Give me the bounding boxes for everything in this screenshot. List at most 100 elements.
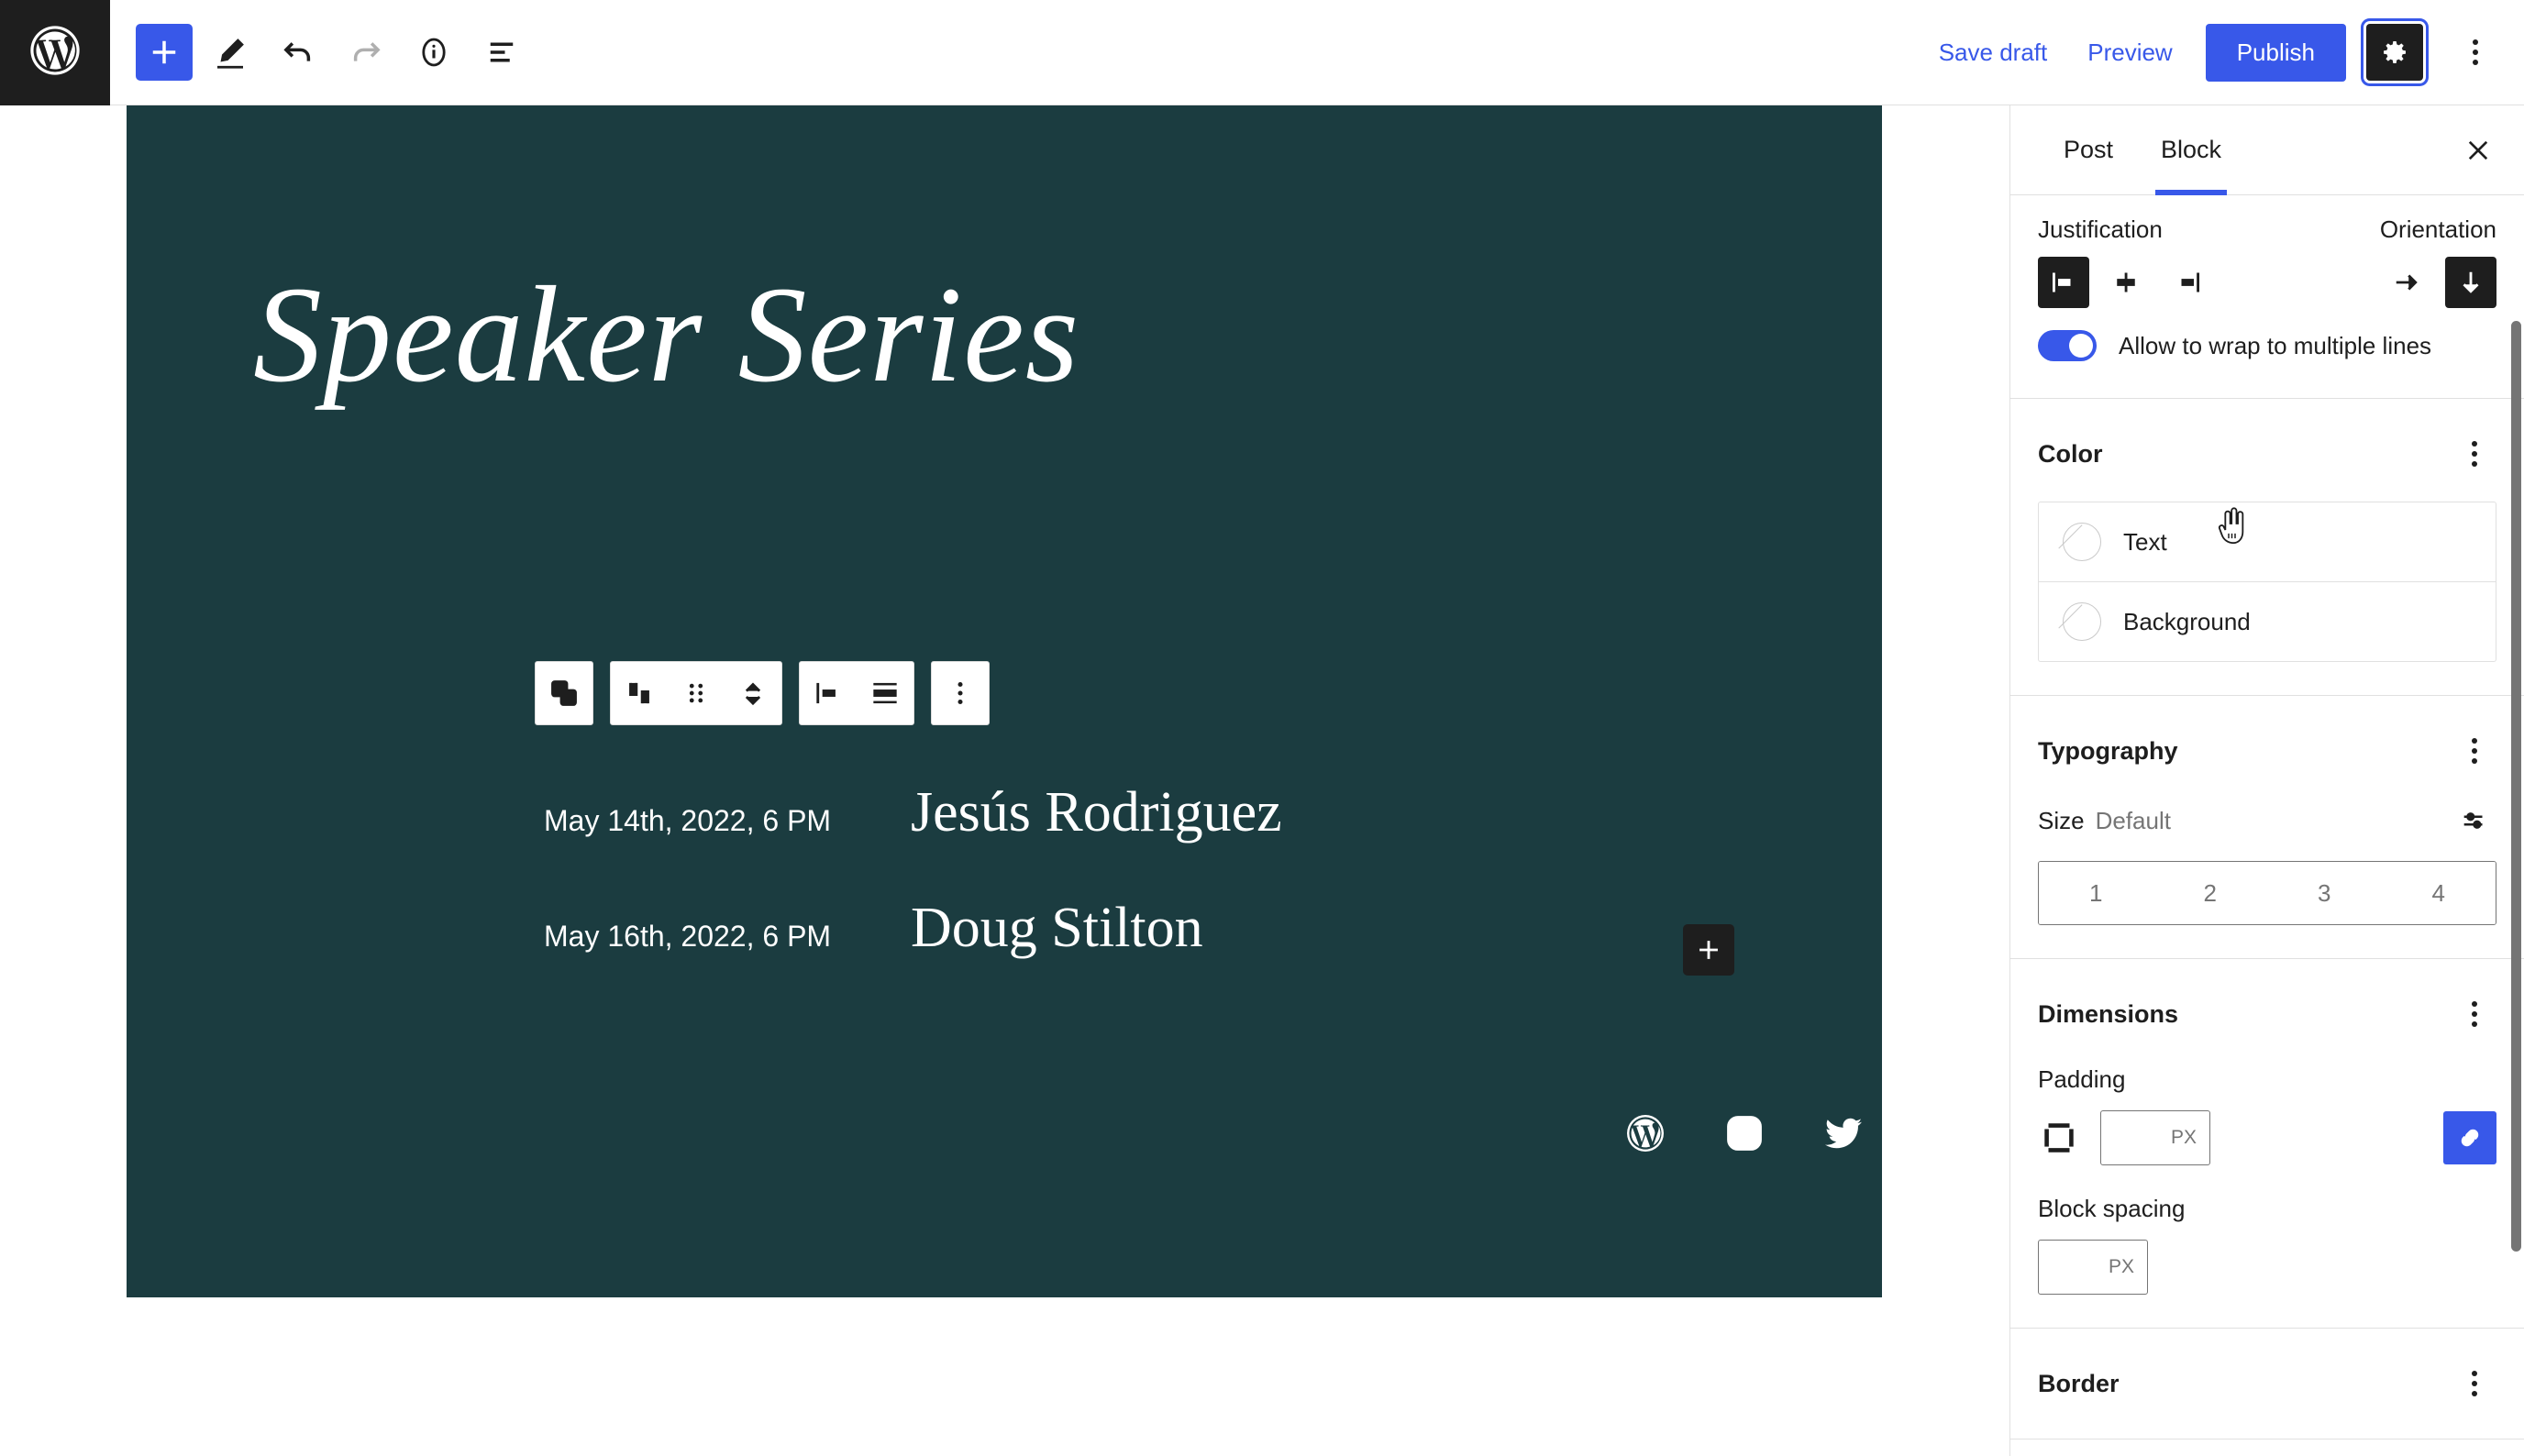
block-spacing-row: PX [2038,1223,2496,1295]
redo-button[interactable] [336,22,396,83]
tab-post[interactable]: Post [2040,105,2137,195]
save-draft-button[interactable]: Save draft [1919,26,2068,80]
dimensions-options-button[interactable] [2452,992,2496,1036]
page-title[interactable]: Speaker Series [253,266,1079,403]
wrap-label: Allow to wrap to multiple lines [2119,331,2432,359]
dimensions-header: Dimensions [2038,992,2496,1036]
more-options-button[interactable] [2451,24,2500,81]
social-link-twitter[interactable] [1820,1109,1867,1157]
kebab-menu-icon [2472,738,2477,764]
cover-block[interactable]: Speaker Series May 14th, 2022, 6 PM Jesú… [127,105,1882,1297]
list-view-button[interactable] [471,22,532,83]
social-link-instagram[interactable] [1721,1109,1768,1157]
font-size-label: Size [2038,806,2085,834]
padding-box-icon[interactable] [2038,1117,2080,1159]
drag-handle-button[interactable] [668,662,725,724]
arrow-right-icon [2396,274,2418,291]
block-more-segment [931,661,990,725]
border-section: Border [2010,1329,2524,1439]
list-view-icon [490,42,514,62]
font-size-step-1[interactable]: 1 [2039,862,2153,924]
social-links-block[interactable] [1622,1109,1867,1157]
border-options-button[interactable] [2452,1362,2496,1406]
drag-handle-icon [689,683,703,703]
plus-icon [152,40,176,64]
sidebar-tabs: Post Block [2010,105,2524,195]
list-item[interactable]: May 14th, 2022, 6 PM Jesús Rodriguez [544,784,1282,841]
settings-button[interactable] [2366,24,2423,81]
typography-title: Typography [2038,736,2178,765]
padding-input[interactable]: PX [2100,1110,2210,1165]
undo-button[interactable] [268,22,328,83]
list-item[interactable]: May 16th, 2022, 6 PM Doug Stilton [544,899,1282,956]
orientation-vertical-button[interactable] [2445,257,2496,308]
layout-labels: Justification Orientation [2038,195,2496,244]
kebab-menu-icon [2472,441,2477,467]
kebab-menu-icon [2472,1001,2477,1027]
typography-options-button[interactable] [2452,729,2496,773]
dimensions-section: Dimensions Padding PX Block spacing PX [2010,959,2524,1329]
block-type-button[interactable] [536,662,592,724]
color-header: Color [2038,432,2496,476]
block-move-segment [610,661,782,725]
speaker-name[interactable]: Doug Stilton [911,899,1203,956]
vertical-align-button[interactable] [857,662,913,724]
font-size-value: Default [2095,806,2171,834]
sidebar-scrollbar[interactable] [2511,321,2521,1252]
font-size-settings-button[interactable] [2452,799,2496,843]
event-date[interactable]: May 14th, 2022, 6 PM [544,804,911,838]
instagram-icon [1727,1116,1762,1151]
link-icon [2461,1129,2479,1147]
link-padding-sides-button[interactable] [2443,1111,2496,1164]
orientation-group [2381,257,2496,308]
padding-unit: PX [2170,1127,2197,1148]
justify-center-button[interactable] [2100,257,2152,308]
social-link-wordpress[interactable] [1622,1109,1669,1157]
justify-right-button[interactable] [2163,257,2214,308]
justify-left-icon [816,682,836,704]
font-size-step-4[interactable]: 4 [2381,862,2496,924]
justify-left-button[interactable] [2038,257,2089,308]
typography-header: Typography [2038,729,2496,773]
wrap-toggle[interactable] [2038,330,2097,361]
font-size-stepper: 1 2 3 4 [2038,861,2496,925]
font-size-step-3[interactable]: 3 [2267,862,2382,924]
color-item-text[interactable]: Text [2039,502,2496,581]
justification-group [2038,257,2214,308]
block-options-button[interactable] [932,662,989,724]
color-section: Color Text Background [2010,399,2524,696]
move-updown-button[interactable] [725,662,781,724]
group-block-icon [551,680,577,706]
orientation-horizontal-button[interactable] [2381,257,2432,308]
speaker-name[interactable]: Jesús Rodriguez [911,784,1282,841]
justify-items-button[interactable] [800,662,857,724]
block-inserter-button[interactable] [1683,924,1734,976]
row-transform-button[interactable] [611,662,668,724]
tools-pencil-button[interactable] [200,22,260,83]
justify-right-icon [2181,272,2199,292]
color-options-button[interactable] [2452,432,2496,476]
event-date[interactable]: May 16th, 2022, 6 PM [544,920,911,954]
kebab-menu-icon [958,681,963,705]
font-size-step-2[interactable]: 2 [2153,862,2267,924]
details-info-button[interactable] [404,22,464,83]
wordpress-logo-icon [26,21,84,84]
tab-block[interactable]: Block [2137,105,2245,195]
add-block-button[interactable] [136,24,193,81]
color-swatch-none-icon [2063,602,2101,641]
layout-section: Justification Orientation Allow to wrap … [2010,195,2524,399]
layout-controls [2038,244,2496,325]
preview-button[interactable]: Preview [2067,26,2192,80]
plus-icon [1699,941,1718,959]
block-type-segment [535,661,593,725]
wordpress-logo-button[interactable] [0,0,110,105]
orientation-label: Orientation [2379,215,2496,243]
wrap-toggle-row: Allow to wrap to multiple lines [2038,325,2496,398]
block-spacing-input[interactable]: PX [2038,1240,2148,1295]
close-sidebar-button[interactable] [2452,125,2504,176]
block-spacing-label: Block spacing [2038,1195,2186,1222]
close-icon [2468,140,2488,160]
publish-button[interactable]: Publish [2205,23,2346,82]
padding-label: Padding [2038,1065,2126,1093]
color-item-background[interactable]: Background [2039,581,2496,661]
